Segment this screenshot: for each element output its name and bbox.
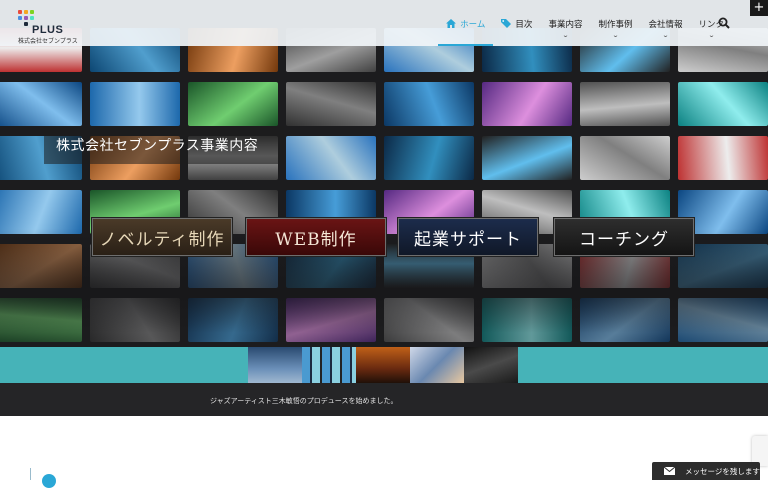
search-icon[interactable] [718,17,730,29]
section-divider [30,468,31,480]
logo-subtitle: 株式会社セブンプラス [18,38,78,45]
nav-item-label: 制作事例 [598,20,633,30]
tag-icon [501,19,512,28]
chevron-down-icon: ⌄ [661,32,669,39]
expand-plus-button[interactable]: + [750,0,768,16]
hero-title: 株式会社セブンプラス事業内容 [56,138,259,154]
chevron-down-icon: ⌄ [561,32,569,39]
site-header: PLUS 株式会社セブンプラス ホーム 目次 事業内容 ⌄ 制作事例 ⌄ 会社情… [0,0,768,46]
leave-message-button[interactable]: メッセージを残します [652,462,760,480]
slider-thumbnails [248,347,518,383]
leave-message-label: メッセージを残します [685,466,760,476]
slider-thumbnail-3[interactable] [356,347,410,383]
hero-slider: 株式会社セブンプラス事業内容 ノベルティ制作 WEB制作 起業サポート コーチン… [0,0,768,416]
service-button-novelty[interactable]: ノベルティ制作 [92,218,232,256]
hero-title-box: 株式会社セブンプラス事業内容 [44,126,284,164]
envelope-icon [664,467,675,475]
slider-thumbnail-2[interactable] [302,347,356,383]
slider-thumbnail-5[interactable] [464,347,518,383]
service-button-web[interactable]: WEB制作 [246,218,386,256]
nav-item-business[interactable]: 事業内容 ⌄ [540,0,590,46]
nav-item-label: 事業内容 [548,20,583,30]
home-icon [446,19,457,28]
nav-item-home[interactable]: ホーム [438,0,494,46]
chevron-down-icon: ⌄ [611,32,619,39]
section-icon [42,474,56,488]
slider-thumbnail-1[interactable] [248,347,302,383]
nav-item-company[interactable]: 会社情報 ⌄ [640,0,690,46]
chevron-down-icon: ⌄ [707,32,715,39]
service-button-coaching[interactable]: コーチング [554,218,694,256]
nav-item-label: 会社情報 [648,20,683,30]
nav-item-label: ホーム [460,20,486,30]
main-navigation: ホーム 目次 事業内容 ⌄ 制作事例 ⌄ 会社情報 ⌄ リンク ⌄ [438,0,732,46]
nav-item-works[interactable]: 制作事例 ⌄ [590,0,640,46]
news-ticker: ジャズアーティスト三木敏悟のプロデュースを始めました。 [0,383,768,416]
slider-thumbnail-4[interactable] [410,347,464,383]
news-ticker-text[interactable]: ジャズアーティスト三木敏悟のプロデュースを始めました。 [210,396,397,406]
nav-item-contents[interactable]: 目次 [493,0,540,46]
site-logo[interactable]: PLUS 株式会社セブンプラス [16,8,96,45]
service-button-startup[interactable]: 起業サポート [398,218,538,256]
logo-text: PLUS [32,24,64,36]
nav-item-label: 目次 [515,20,533,30]
